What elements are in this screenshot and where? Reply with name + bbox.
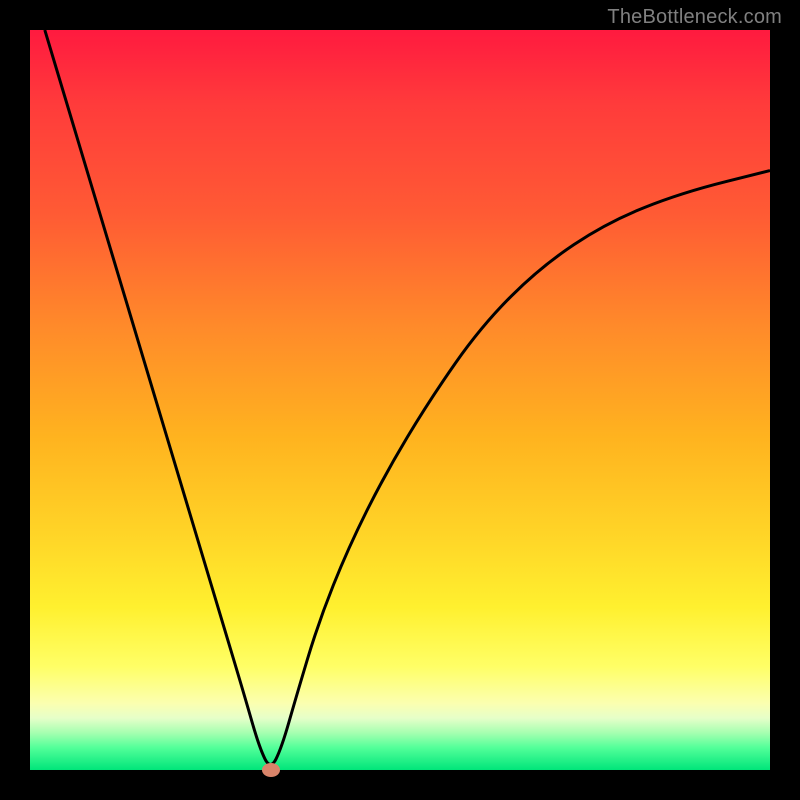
plot-area xyxy=(30,30,770,770)
curve-line xyxy=(45,30,770,764)
watermark-label: TheBottleneck.com xyxy=(607,6,782,29)
bottleneck-curve xyxy=(30,30,770,770)
chart-stage: TheBottleneck.com xyxy=(0,0,800,800)
minimum-marker xyxy=(262,763,280,777)
